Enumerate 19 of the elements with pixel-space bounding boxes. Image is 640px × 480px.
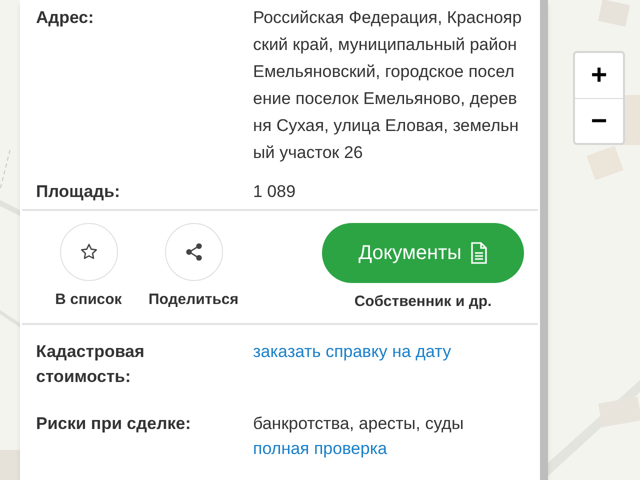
- link[interactable]: заказать справку на дату: [253, 339, 452, 364]
- field-label: Кадастровая стоимость:: [36, 341, 146, 388]
- action-label: В список: [55, 290, 122, 310]
- star-icon: [78, 242, 98, 262]
- field-value: Российская Федерация, Красноярский край, муниципальный район Емельяновский, городское поселение поселок Емельяново, деревня Сухая, улица Еловая, земельный участок 26: [253, 7, 523, 164]
- documents-caption: Собственник и др.: [354, 292, 492, 312]
- field-label: Площадь:: [36, 181, 122, 203]
- link[interactable]: полная проверка: [253, 436, 464, 461]
- zoom-in-button[interactable]: +: [575, 53, 623, 98]
- share-icon: [184, 242, 204, 262]
- field-value: 1 089: [253, 181, 297, 203]
- documents-button[interactable]: Документы: [322, 223, 524, 283]
- action-button[interactable]: [164, 223, 222, 281]
- document-icon: [470, 242, 488, 264]
- field-label: Адрес:: [36, 7, 95, 29]
- field-value: банкротства, аресты, суды: [253, 413, 464, 435]
- action-label: Поделиться: [148, 290, 239, 310]
- zoom-out-button[interactable]: −: [575, 98, 623, 143]
- field-label: Риски при сделке:: [36, 413, 192, 435]
